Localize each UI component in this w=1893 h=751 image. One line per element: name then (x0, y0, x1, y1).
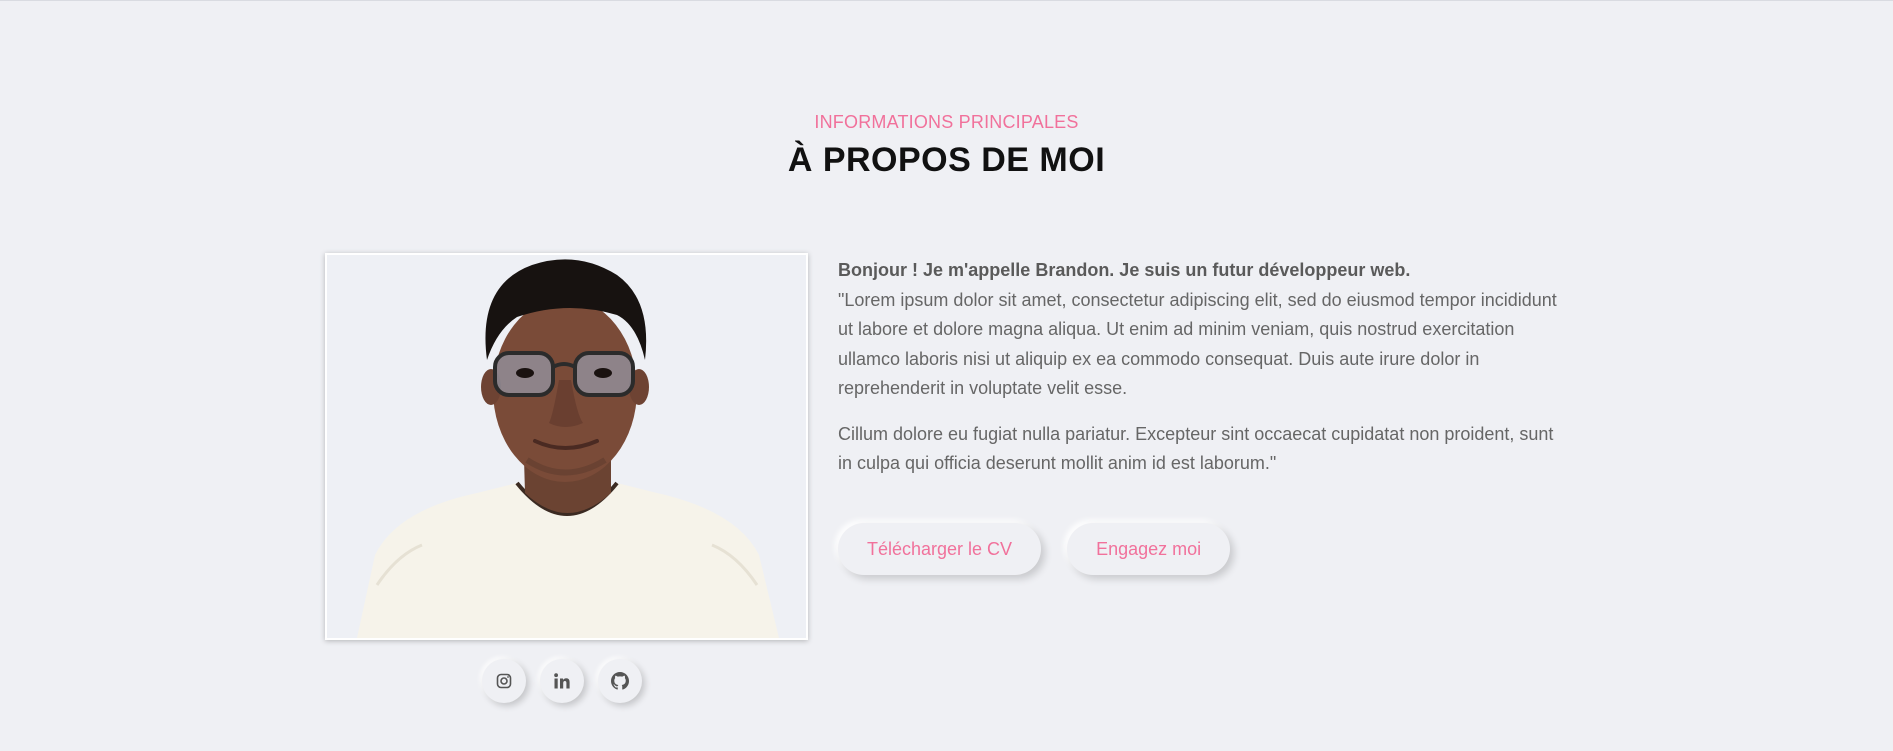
about-section: INFORMATIONS PRINCIPALES À PROPOS DE MOI (0, 0, 1893, 751)
github-icon (611, 672, 629, 690)
download-cv-button[interactable]: Télécharger le CV (838, 523, 1042, 575)
about-text: Bonjour ! Je m'appelle Brandon. Je suis … (838, 256, 1558, 479)
linkedin-icon (554, 673, 570, 689)
section-title: À PROPOS DE MOI (787, 141, 1106, 179)
hire-me-button[interactable]: Engagez moi (1067, 523, 1231, 575)
instagram-button[interactable] (482, 659, 526, 703)
action-buttons: Télécharger le CV Engagez moi (838, 523, 1231, 575)
github-button[interactable] (598, 659, 642, 703)
intro-text: Bonjour ! Je m'appelle Brandon. Je suis … (838, 260, 1411, 280)
social-links (482, 659, 642, 703)
instagram-icon (496, 673, 512, 689)
about-paragraph-1: "Lorem ipsum dolor sit amet, consectetur… (838, 289, 1557, 399)
profile-photo (325, 253, 808, 640)
about-paragraph-2: Cillum dolore eu fugiat nulla pariatur. … (838, 423, 1554, 474)
section-eyebrow: INFORMATIONS PRINCIPALES (814, 112, 1079, 132)
linkedin-button[interactable] (540, 659, 584, 703)
